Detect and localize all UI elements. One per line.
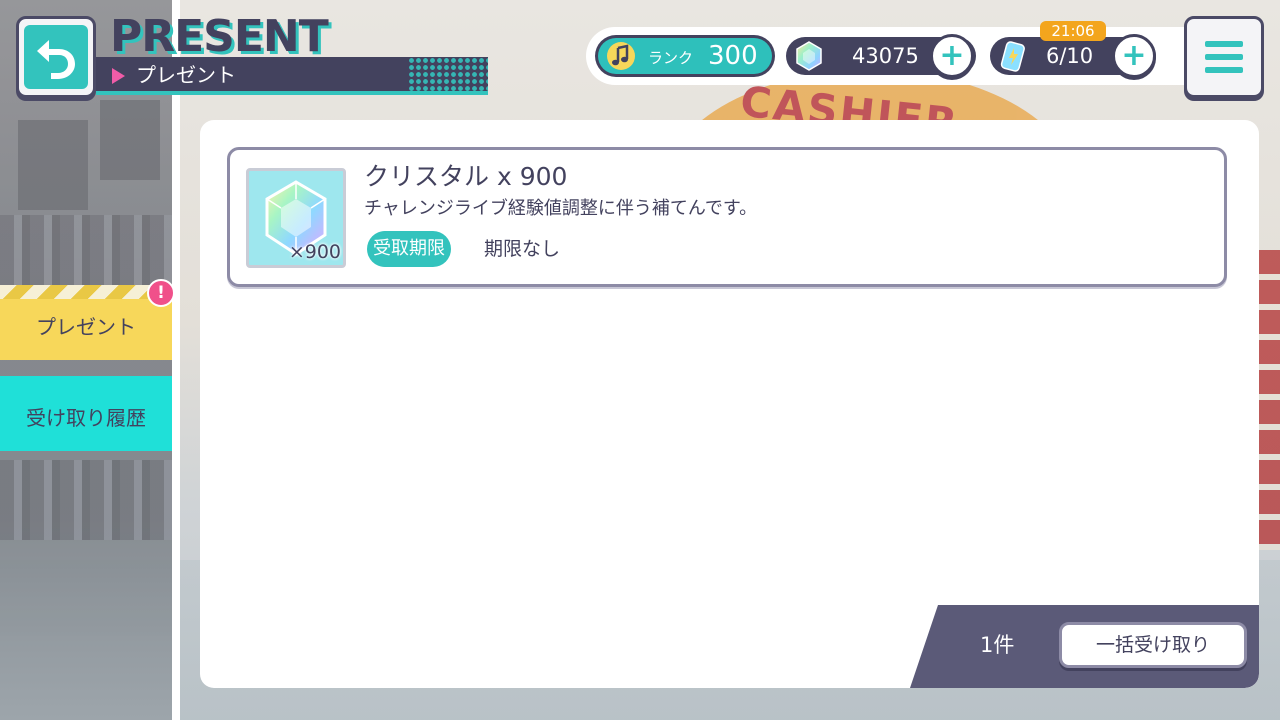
energy-timer: 21:06 [1040,21,1106,41]
tab-history[interactable]: 受け取り履歴 [0,376,172,451]
energy-count: 6/10 [1046,44,1094,68]
crystal-icon [796,41,822,71]
page-title-jp: プレゼント [136,63,236,87]
present-item[interactable]: ×900 クリスタル x 900 チャレンジライブ経験値調整に伴う補てんです。 … [227,147,1227,287]
background-shelf [0,460,172,540]
present-item-description: チャレンジライブ経験値調整に伴う補てんです。 [364,198,758,219]
rank-label: ランク [648,49,694,67]
background-left-panel [0,0,172,720]
present-item-quantity: ×900 [288,241,341,263]
rank-display: ランク 300 [595,35,775,77]
background-divider [172,0,180,720]
plus-icon: + [939,38,965,73]
deadline-badge: 受取期限 [367,231,451,267]
background-right-shelf [1258,250,1280,550]
play-triangle-icon [112,68,125,84]
tab-present[interactable]: プレゼント [0,285,172,360]
background-poster [100,100,160,180]
background-shelf [0,215,172,285]
dot-pattern [408,57,488,95]
add-energy-button[interactable]: + [1112,34,1156,78]
back-arrow-icon [24,25,88,89]
present-item-title: クリスタル x 900 [364,162,568,191]
menu-button[interactable] [1184,16,1264,98]
tab-history-label: 受け取り履歴 [26,406,146,430]
rank-value: 300 [708,41,758,71]
present-item-thumbnail: ×900 [246,168,346,268]
page-title-en: PRESENT [110,11,329,62]
energy-drink-icon [1000,41,1025,72]
plus-icon: + [1121,38,1147,73]
add-crystal-button[interactable]: + [930,34,974,78]
music-note-icon [607,42,635,70]
hamburger-menu-icon [1205,41,1243,47]
back-button[interactable] [16,16,96,98]
present-count: 1件 [980,633,1015,657]
present-list-panel: ×900 クリスタル x 900 チャレンジライブ経験値調整に伴う補てんです。 … [200,120,1259,688]
crystal-count: 43075 [852,44,919,68]
deadline-value: 期限なし [484,238,561,260]
tab-present-label: プレゼント [36,315,136,339]
background-poster [18,120,88,210]
receive-all-button[interactable]: 一括受け取り [1059,622,1247,668]
alert-badge-icon: ! [147,279,175,307]
page-subtitle-bar: プレゼント [96,57,488,95]
